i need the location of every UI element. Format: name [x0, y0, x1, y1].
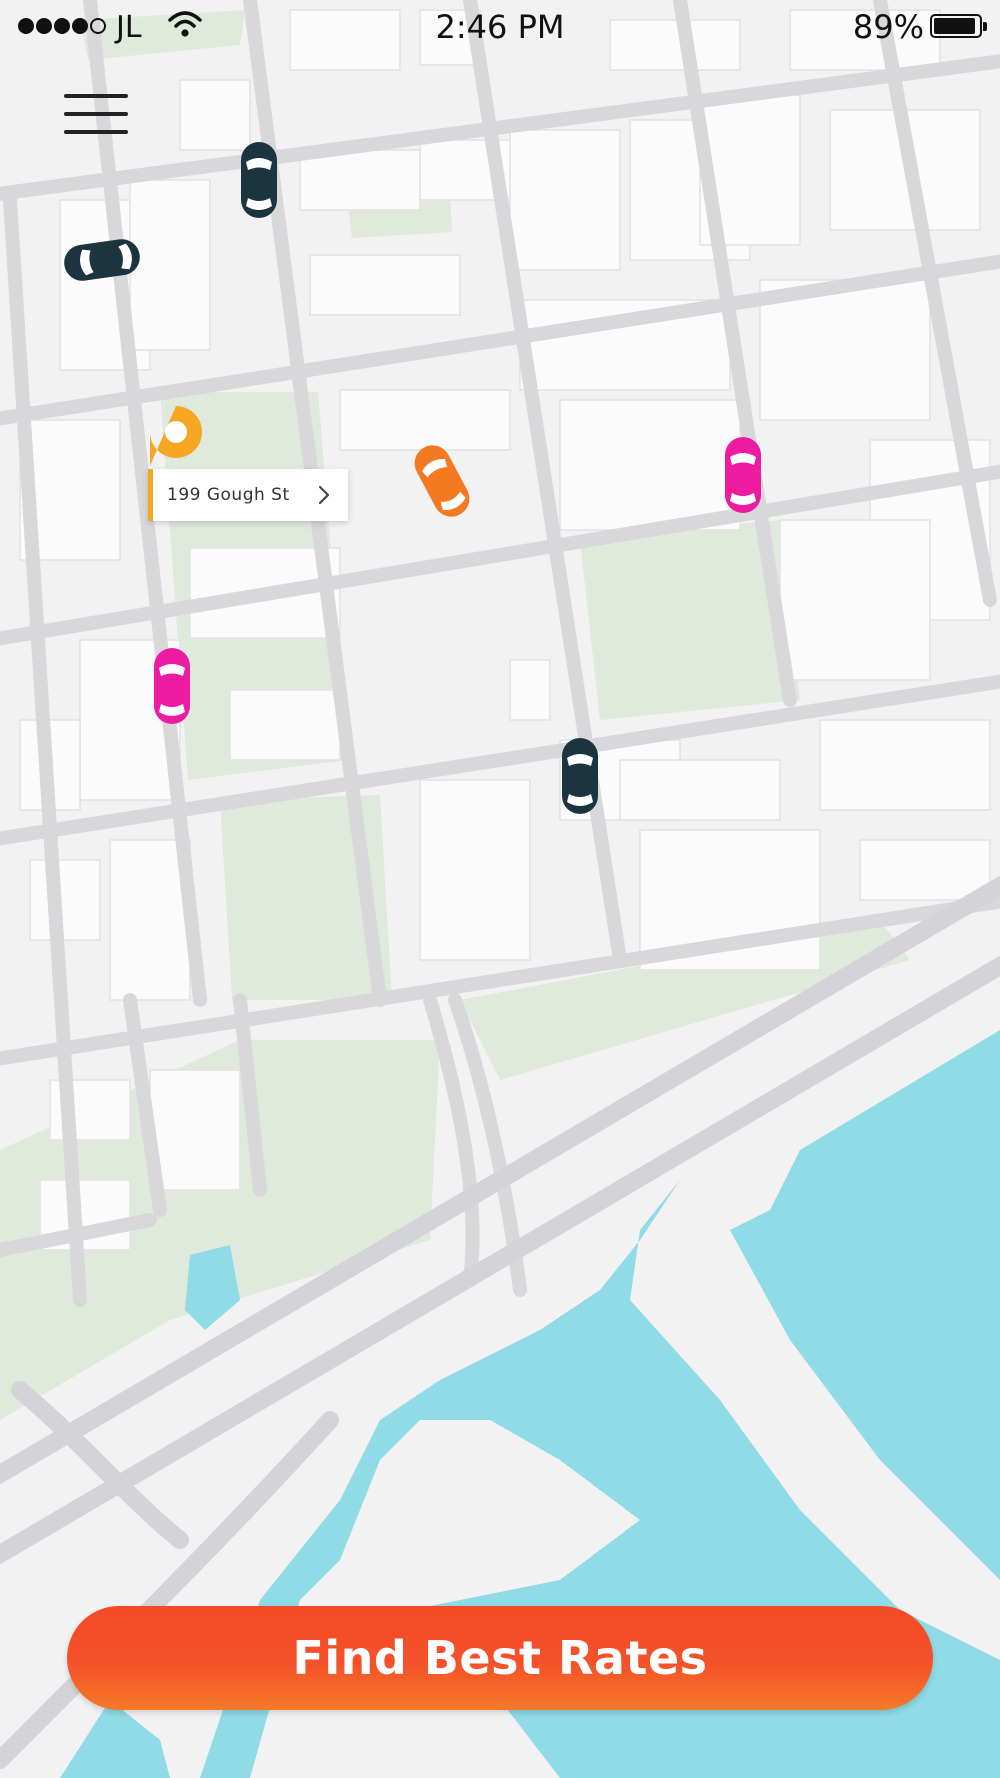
pickup-address: 199 Gough St	[167, 485, 290, 505]
battery-icon	[930, 14, 987, 38]
car-marker-dark[interactable]	[239, 140, 279, 220]
car-marker-pink[interactable]	[723, 435, 763, 515]
pickup-address-callout[interactable]: 199 Gough St	[148, 469, 348, 521]
hamburger-menu-icon[interactable]	[64, 94, 128, 138]
status-time: 2:46 PM	[435, 8, 565, 46]
find-best-rates-button[interactable]: Find Best Rates	[67, 1606, 933, 1710]
battery-percentage: 89%	[852, 8, 924, 46]
chevron-right-icon	[318, 485, 330, 510]
location-pin-icon[interactable]	[148, 404, 204, 473]
car-marker-pink[interactable]	[152, 646, 192, 726]
status-bar: JL 2:46 PM 89%	[0, 0, 1000, 56]
car-marker-dark[interactable]	[560, 736, 600, 816]
city-map[interactable]	[0, 0, 1000, 1778]
